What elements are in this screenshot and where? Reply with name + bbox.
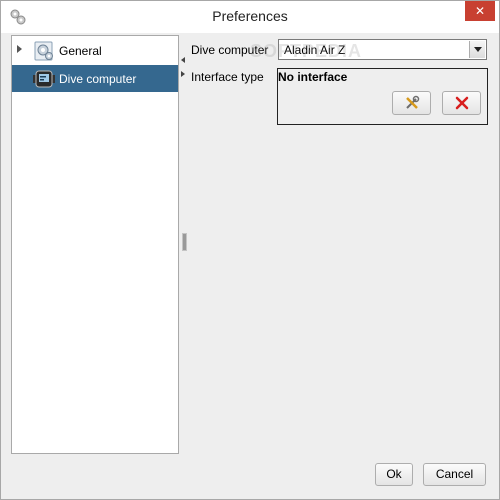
tree-item-general[interactable]: General: [12, 37, 178, 64]
dive-computer-select[interactable]: Aladin Air Z: [278, 39, 487, 60]
preferences-tree: General Dive computer: [11, 35, 179, 454]
cancel-button[interactable]: Cancel: [423, 463, 486, 486]
splitter-grip-icon[interactable]: [182, 233, 187, 251]
tree-item-dive-computer[interactable]: Dive computer: [12, 65, 178, 92]
expand-arrow-icon[interactable]: [17, 45, 22, 53]
close-icon: ✕: [474, 4, 486, 18]
expand-right-icon[interactable]: [181, 71, 185, 77]
interface-type-value: No interface: [278, 70, 348, 84]
dive-computer-selected-value: Aladin Air Z: [284, 43, 346, 57]
collapse-left-icon[interactable]: [181, 57, 185, 63]
tree-item-label: General: [59, 44, 102, 58]
chevron-down-icon: [474, 47, 482, 52]
gear-icon: [34, 41, 53, 61]
dive-computer-icon: [33, 70, 55, 88]
preferences-window: Preferences ✕ General Dive computer Dive…: [0, 0, 500, 500]
interface-type-label: Interface type: [191, 70, 264, 84]
interface-panel: No interface: [277, 68, 488, 125]
close-button[interactable]: ✕: [465, 1, 495, 21]
tools-icon: [406, 95, 420, 109]
ok-button[interactable]: Ok: [375, 463, 413, 486]
configure-interface-button[interactable]: [392, 91, 431, 115]
tree-item-label: Dive computer: [59, 72, 137, 86]
window-title: Preferences: [212, 8, 288, 24]
dropdown-button[interactable]: [469, 41, 485, 58]
title-bar: Preferences ✕: [1, 1, 499, 33]
remove-interface-button[interactable]: [442, 91, 481, 115]
dive-computer-label: Dive computer: [191, 43, 269, 57]
delete-icon: [455, 96, 469, 110]
